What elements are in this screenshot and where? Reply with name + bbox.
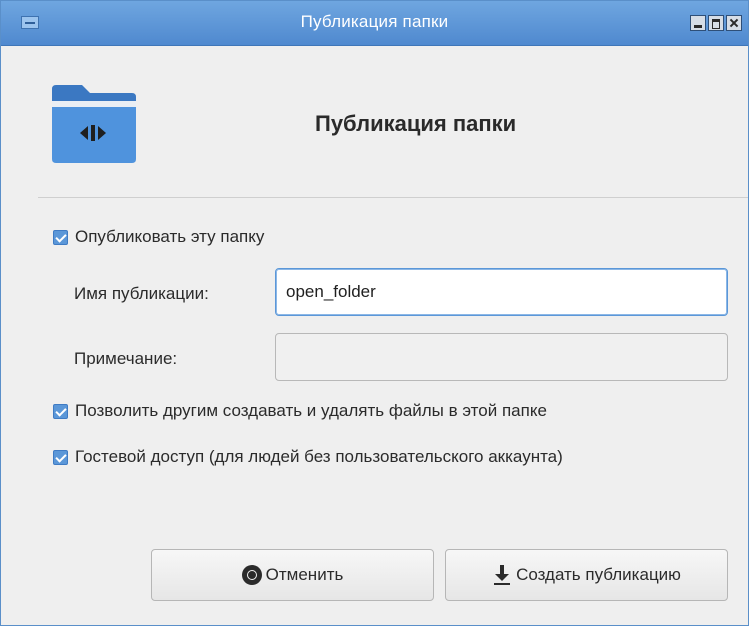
- publish-folder-option[interactable]: Опубликовать эту папку: [53, 227, 264, 247]
- maximize-icon[interactable]: [708, 15, 724, 31]
- publish-folder-label[interactable]: Опубликовать эту папку: [75, 227, 264, 247]
- share-name-input[interactable]: [275, 268, 728, 316]
- dialog-heading: Публикация папки: [315, 111, 517, 136]
- window-title: Публикация папки: [300, 12, 449, 31]
- cancel-icon: [241, 565, 262, 585]
- comment-input[interactable]: [275, 333, 728, 381]
- cancel-button-label: Отменить: [265, 565, 344, 584]
- guest-access-option[interactable]: Гостевой доступ (для людей без пользоват…: [53, 447, 563, 467]
- header-divider: [38, 197, 748, 198]
- allow-others-checkbox[interactable]: [53, 403, 68, 419]
- cancel-button[interactable]: Отменить: [151, 549, 434, 601]
- guest-access-checkbox[interactable]: [53, 449, 68, 465]
- close-icon[interactable]: [726, 15, 742, 31]
- create-share-button-label: Создать публикацию: [516, 565, 681, 584]
- create-share-button[interactable]: Создать публикацию: [445, 549, 728, 601]
- comment-label: Примечание:: [74, 349, 178, 368]
- allow-others-option[interactable]: Позволить другим создавать и удалять фай…: [53, 401, 547, 421]
- guest-access-label[interactable]: Гостевой доступ (для людей без пользоват…: [75, 447, 563, 467]
- share-folder-dialog: Публикация папки Публикация папки Опубли…: [0, 0, 749, 626]
- minimize-icon[interactable]: [690, 15, 706, 31]
- folder-share-icon: [52, 85, 136, 163]
- download-icon: [494, 565, 511, 585]
- title-bar[interactable]: Публикация папки: [1, 1, 748, 46]
- allow-others-label[interactable]: Позволить другим создавать и удалять фай…: [75, 401, 547, 421]
- share-name-label: Имя публикации:: [74, 284, 209, 303]
- publish-folder-checkbox[interactable]: [53, 229, 68, 245]
